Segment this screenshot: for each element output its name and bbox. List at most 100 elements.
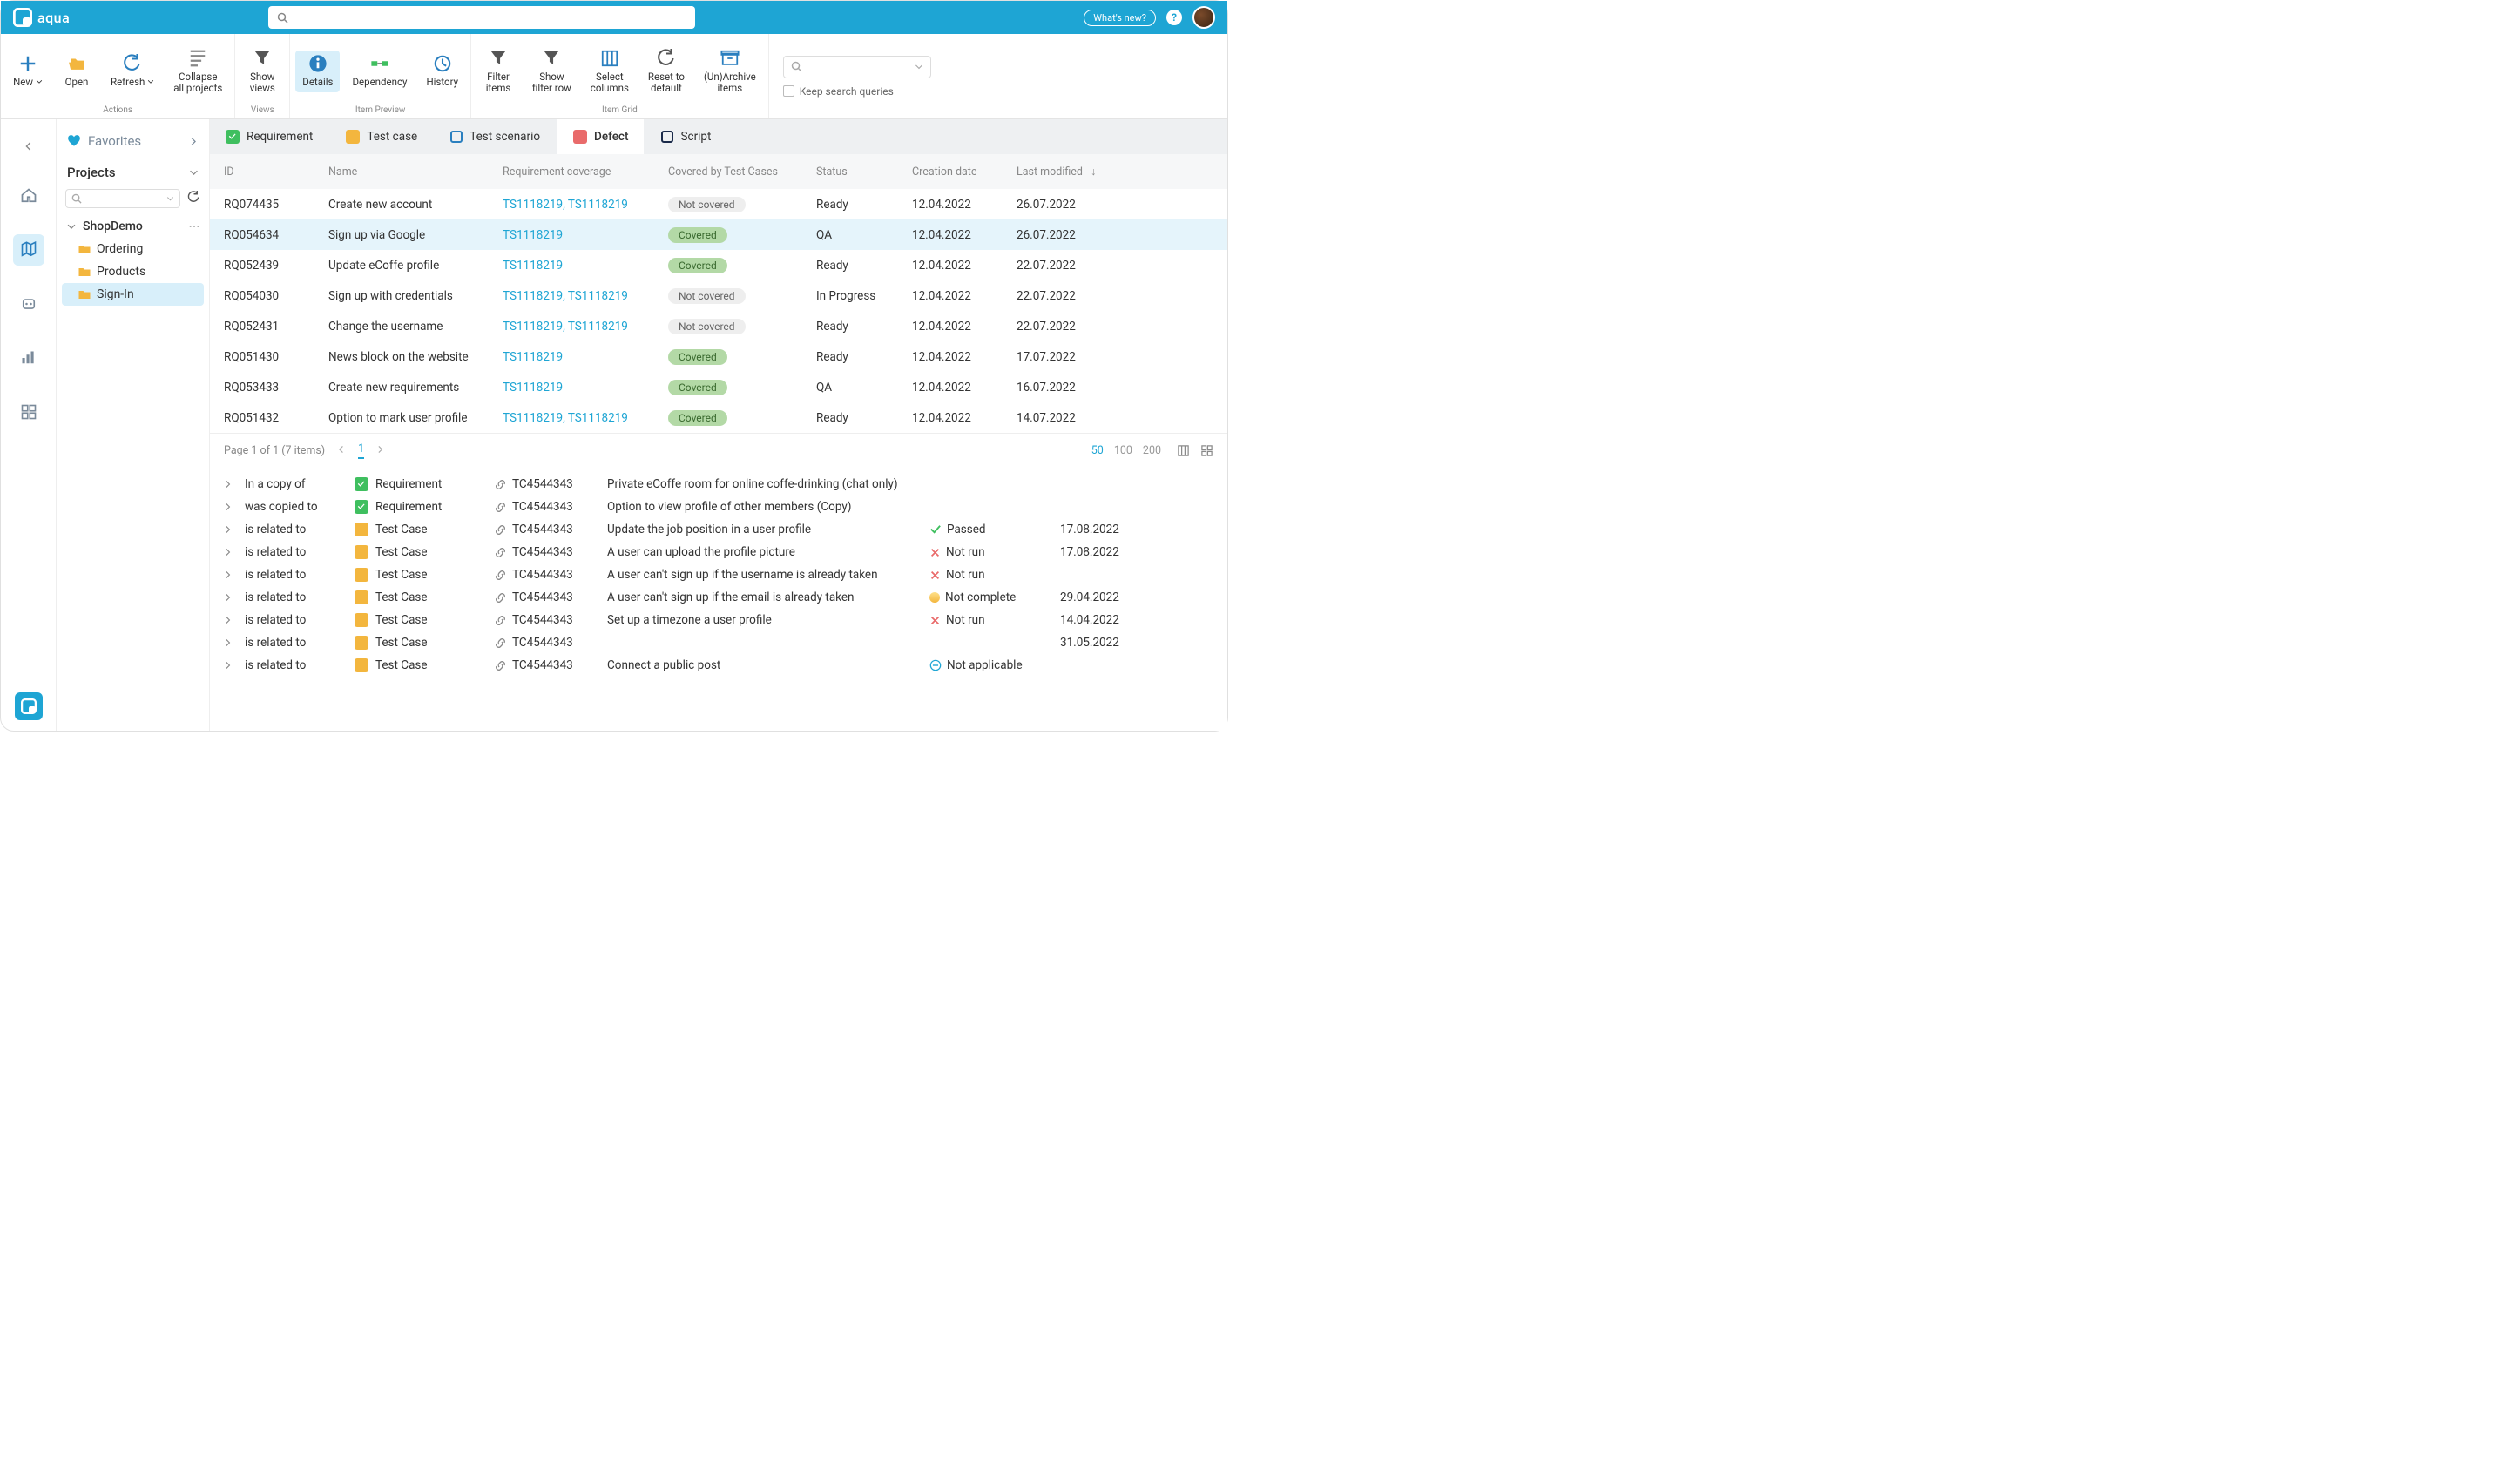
history-button[interactable]: History xyxy=(419,51,465,91)
cell-coverage[interactable]: TS1118219 xyxy=(503,381,668,395)
cell-coverage[interactable]: TS1118219, TS1118219 xyxy=(503,198,668,212)
relation-row[interactable]: is related to Test Case TC4544343 Set up… xyxy=(210,609,1227,631)
project-search[interactable] xyxy=(65,189,180,208)
col-status[interactable]: Status xyxy=(816,165,912,179)
col-name[interactable]: Name xyxy=(328,165,503,179)
tree-root-shopdemo[interactable]: ShopDemo xyxy=(62,215,204,238)
relation-id[interactable]: TC4544343 xyxy=(494,568,607,582)
grid-row[interactable]: RQ051432 Option to mark user profile TS1… xyxy=(210,402,1227,433)
tree-item-products[interactable]: Products xyxy=(62,260,204,283)
layout-icon[interactable] xyxy=(1177,444,1190,457)
project-refresh-button[interactable] xyxy=(187,191,200,207)
collapse-projects-button[interactable]: Collapseall projects xyxy=(166,45,229,98)
details-button[interactable]: Details xyxy=(295,51,340,91)
select-columns-button[interactable]: Selectcolumns xyxy=(584,45,636,98)
rail-agents[interactable] xyxy=(13,288,44,320)
relation-row[interactable]: is related to Test Case TC4544343 Update… xyxy=(210,518,1227,541)
page-size-100[interactable]: 100 xyxy=(1114,444,1132,457)
refresh-button[interactable]: Refresh xyxy=(104,51,161,91)
tab-test scenario[interactable]: Test scenario xyxy=(435,119,556,154)
cell-status: Ready xyxy=(816,350,912,364)
relation-id[interactable]: TC4544343 xyxy=(494,545,607,559)
pager-next[interactable] xyxy=(376,444,385,457)
cell-coverage[interactable]: TS1118219 xyxy=(503,259,668,273)
tab-defect[interactable]: Defect xyxy=(557,119,644,154)
open-button[interactable]: Open xyxy=(55,51,98,91)
tab-requirement[interactable]: Requirement xyxy=(210,119,328,154)
relation-row[interactable]: is related to Test Case TC4544343 31.05.… xyxy=(210,631,1227,654)
relation-row[interactable]: is related to Test Case TC4544343 A user… xyxy=(210,563,1227,586)
brand-icon xyxy=(13,8,32,27)
grid-row[interactable]: RQ054030 Sign up with credentials TS1118… xyxy=(210,280,1227,311)
relation-desc: Update the job position in a user profil… xyxy=(607,523,929,536)
relation-row[interactable]: is related to Test Case TC4544343 Connec… xyxy=(210,654,1227,677)
relation-row[interactable]: was copied to Requirement TC4544343 Opti… xyxy=(210,496,1227,518)
relation-type: is related to xyxy=(224,636,355,650)
tree-item-ordering[interactable]: Ordering xyxy=(62,238,204,260)
whats-new-button[interactable]: What's new? xyxy=(1084,10,1156,26)
pager-prev[interactable] xyxy=(337,444,346,457)
grid-row[interactable]: RQ053433 Create new requirements TS11182… xyxy=(210,372,1227,402)
projects-header[interactable]: Projects xyxy=(62,156,204,186)
sidebar: Favorites Projects ShopDemo xyxy=(57,119,210,731)
global-search[interactable] xyxy=(268,6,695,29)
cell-coverage[interactable]: TS1118219 xyxy=(503,350,668,364)
rail-home[interactable] xyxy=(13,180,44,212)
rail-brand-button[interactable] xyxy=(15,692,43,720)
favorites-header[interactable]: Favorites xyxy=(62,126,204,156)
show-filter-row-button[interactable]: Showfilter row xyxy=(525,45,578,98)
help-button[interactable]: ? xyxy=(1166,10,1182,25)
cell-name: Create new account xyxy=(328,198,503,212)
grid-row[interactable]: RQ054634 Sign up via Google TS1118219 Co… xyxy=(210,219,1227,250)
relation-id[interactable]: TC4544343 xyxy=(494,523,607,536)
cell-coverage[interactable]: TS1118219 xyxy=(503,228,668,242)
col-last modified[interactable]: Last modified ↓ xyxy=(1017,165,1138,179)
relation-row[interactable]: is related to Test Case TC4544343 A user… xyxy=(210,586,1227,609)
relation-id[interactable]: TC4544343 xyxy=(494,636,607,650)
cell-coverage[interactable]: TS1118219, TS1118219 xyxy=(503,411,668,425)
cell-coverage[interactable]: TS1118219, TS1118219 xyxy=(503,320,668,334)
cell-status: QA xyxy=(816,381,912,395)
avatar[interactable] xyxy=(1192,6,1215,29)
relation-id[interactable]: TC4544343 xyxy=(494,500,607,514)
col-id[interactable]: ID xyxy=(224,165,328,179)
pager-page-1[interactable]: 1 xyxy=(358,442,364,459)
page-size-50[interactable]: 50 xyxy=(1091,444,1104,457)
rail-reports[interactable] xyxy=(13,342,44,374)
reset-default-button[interactable]: Reset todefault xyxy=(641,45,692,98)
relation-id[interactable]: TC4544343 xyxy=(494,658,607,672)
dependency-button[interactable]: Dependency xyxy=(345,51,414,91)
grid-search[interactable] xyxy=(783,56,931,78)
new-button[interactable]: New xyxy=(6,51,50,91)
rail-apps[interactable] xyxy=(13,396,44,428)
relation-row[interactable]: In a copy of Requirement TC4544343 Priva… xyxy=(210,473,1227,496)
tab-script[interactable]: Script xyxy=(645,119,726,154)
relation-id[interactable]: TC4544343 xyxy=(494,613,607,627)
cell-created: 12.04.2022 xyxy=(912,228,1017,242)
col-requirement coverage[interactable]: Requirement coverage xyxy=(503,165,668,179)
grid-row[interactable]: RQ052431 Change the username TS1118219, … xyxy=(210,311,1227,341)
relation-id[interactable]: TC4544343 xyxy=(494,477,607,491)
more-icon[interactable] xyxy=(188,220,200,233)
rail-projects[interactable] xyxy=(13,234,44,266)
chevron-right-icon xyxy=(376,445,385,454)
col-covered by test cases[interactable]: Covered by Test Cases xyxy=(668,165,816,179)
tree-item-sign-in[interactable]: Sign-In xyxy=(62,283,204,306)
page-size-200[interactable]: 200 xyxy=(1143,444,1161,457)
filter-items-button[interactable]: Filteritems xyxy=(476,45,520,98)
grid-row[interactable]: RQ052439 Update eCoffe profile TS1118219… xyxy=(210,250,1227,280)
archive-button[interactable]: (Un)Archiveitems xyxy=(697,45,763,98)
collapse-sidebar-button[interactable] xyxy=(1,135,56,158)
cell-modified: 26.07.2022 xyxy=(1017,198,1138,212)
keep-search-checkbox[interactable]: Keep search queries xyxy=(783,85,931,98)
col-creation date[interactable]: Creation date xyxy=(912,165,1017,179)
grid-row[interactable]: RQ074435 Create new account TS1118219, T… xyxy=(210,189,1227,219)
grid-row[interactable]: RQ051430 News block on the website TS111… xyxy=(210,341,1227,372)
cell-name: Change the username xyxy=(328,320,503,334)
grid-icon[interactable] xyxy=(1200,444,1213,457)
relation-row[interactable]: is related to Test Case TC4544343 A user… xyxy=(210,541,1227,563)
relation-id[interactable]: TC4544343 xyxy=(494,590,607,604)
show-views-button[interactable]: Showviews xyxy=(240,45,284,98)
cell-coverage[interactable]: TS1118219, TS1118219 xyxy=(503,289,668,303)
tab-test case[interactable]: Test case xyxy=(330,119,433,154)
